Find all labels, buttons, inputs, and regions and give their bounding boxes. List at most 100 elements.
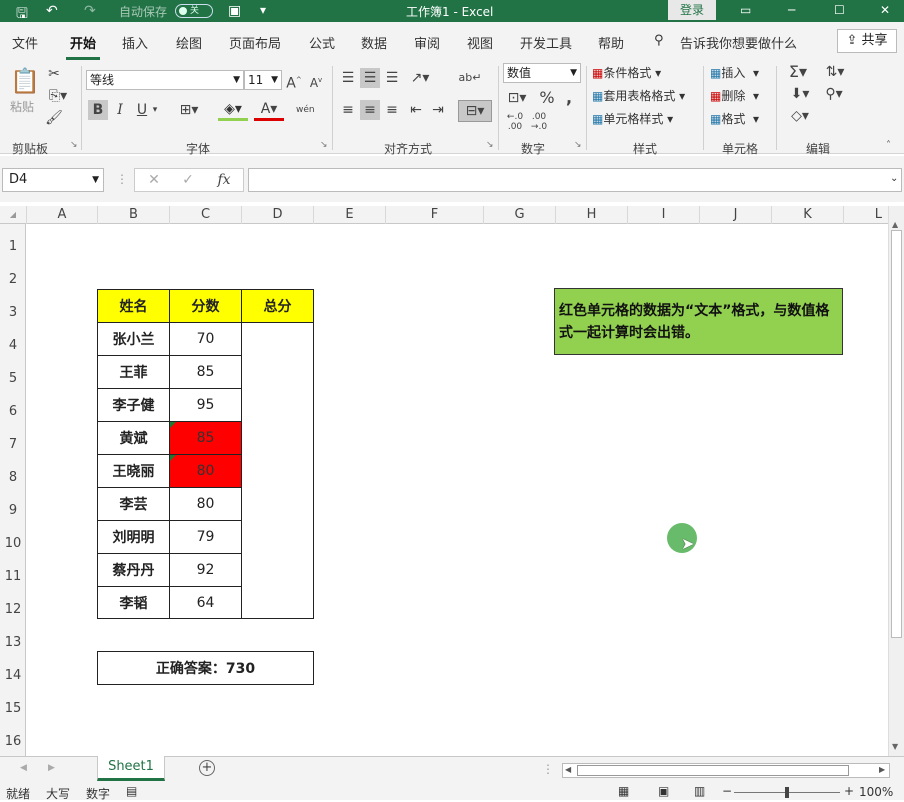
wrap-text-icon[interactable]: ab↵ xyxy=(458,68,482,88)
name-cell[interactable]: 王菲 xyxy=(97,355,170,389)
name-cell[interactable]: 李韬 xyxy=(97,586,170,619)
format-cells-button[interactable]: ▦格式 ▾ xyxy=(710,110,759,127)
worksheet-grid[interactable]: 姓名 分数 总分 张小兰 70 王菲 85 李子健 95 黄斌 85 王晓丽 8… xyxy=(27,224,888,756)
column-header[interactable]: H xyxy=(556,206,628,224)
zoom-out-icon[interactable]: − xyxy=(722,784,732,798)
horizontal-scrollbar[interactable]: ◀ ▶ xyxy=(562,763,890,778)
autosave-toggle[interactable]: 关 xyxy=(175,4,213,18)
increase-font-icon[interactable]: A^ xyxy=(286,70,302,94)
scroll-up-icon[interactable]: ▲ xyxy=(892,220,898,229)
column-header[interactable]: K xyxy=(772,206,844,224)
tab-help[interactable]: 帮助 xyxy=(598,33,624,52)
fill-icon[interactable]: ⬇▾ xyxy=(786,84,814,104)
page-layout-view-icon[interactable]: ▣ xyxy=(658,784,669,798)
normal-view-icon[interactable]: ▦ xyxy=(618,784,629,798)
minimize-icon[interactable]: ─ xyxy=(788,3,795,17)
italic-button[interactable]: I xyxy=(112,100,128,120)
vertical-scrollbar[interactable]: ▲ ▼ xyxy=(888,206,904,756)
borders-icon[interactable]: ⊞▾ xyxy=(174,100,204,120)
align-center-icon[interactable]: ≡ xyxy=(360,100,380,120)
scroll-down-icon[interactable]: ▼ xyxy=(892,742,898,751)
align-right-icon[interactable]: ≡ xyxy=(382,100,402,120)
delete-cells-button[interactable]: ▦删除 ▾ xyxy=(710,87,759,104)
font-size-box[interactable]: 11 ▼ xyxy=(244,70,282,90)
align-top-icon[interactable]: ☰ xyxy=(338,68,358,88)
font-name-box[interactable]: 等线 ▼ xyxy=(86,70,244,90)
note-textbox[interactable]: 红色单元格的数据为“文本”格式，与数值格式一起计算时会出错。 xyxy=(554,288,843,355)
next-sheet-icon[interactable]: ▶ xyxy=(48,763,55,773)
prev-sheet-icon[interactable]: ◀ xyxy=(20,763,27,773)
column-header[interactable]: L xyxy=(844,206,888,224)
score-cell[interactable]: 70 xyxy=(169,322,242,356)
decrease-decimal-icon[interactable]: .00 →.0 xyxy=(528,112,550,132)
tab-data[interactable]: 数据 xyxy=(361,33,387,52)
row-header[interactable]: 6 xyxy=(0,404,26,419)
select-all-corner[interactable]: ◢ xyxy=(0,206,27,224)
tab-review[interactable]: 审阅 xyxy=(414,33,440,52)
clear-icon[interactable]: ◇▾ xyxy=(786,106,814,126)
zoom-in-icon[interactable]: + xyxy=(844,784,854,798)
find-select-icon[interactable]: ⚲▾ xyxy=(820,84,848,104)
decrease-indent-icon[interactable]: ⇤ xyxy=(406,100,426,120)
score-cell-text-format[interactable]: 85 xyxy=(169,421,242,455)
column-header[interactable]: A xyxy=(27,206,98,224)
row-header[interactable]: 3 xyxy=(0,305,26,320)
name-cell[interactable]: 刘明明 xyxy=(97,520,170,554)
column-header[interactable]: D xyxy=(242,206,314,224)
zoom-slider-thumb[interactable] xyxy=(785,787,789,798)
tab-split-grip-icon[interactable]: ⋮ xyxy=(542,762,554,776)
font-color-icon[interactable]: A▾ xyxy=(254,100,284,121)
name-cell[interactable]: 王晓丽 xyxy=(97,454,170,488)
sort-filter-icon[interactable]: ⇅▾ xyxy=(820,62,850,82)
scrollbar-thumb[interactable] xyxy=(891,230,902,638)
scroll-right-icon[interactable]: ▶ xyxy=(879,765,885,774)
tab-page-layout[interactable]: 页面布局 xyxy=(229,33,281,52)
format-painter-icon[interactable]: 🖌 xyxy=(44,108,64,128)
cancel-icon[interactable]: ✕ xyxy=(145,170,163,190)
scroll-left-icon[interactable]: ◀ xyxy=(565,765,571,774)
column-header[interactable]: I xyxy=(628,206,700,224)
score-cell[interactable]: 64 xyxy=(169,586,242,619)
undo-icon[interactable]: ↶ xyxy=(46,3,58,19)
column-header[interactable]: E xyxy=(314,206,386,224)
score-cell[interactable]: 80 xyxy=(169,487,242,521)
name-cell[interactable]: 蔡丹丹 xyxy=(97,553,170,587)
tab-insert[interactable]: 插入 xyxy=(122,33,148,52)
horizontal-scrollbar-thumb[interactable] xyxy=(577,765,849,776)
tell-me-box[interactable]: 告诉我你想要做什么 xyxy=(680,33,797,52)
paste-icon[interactable]: 📋 xyxy=(8,66,42,96)
row-header[interactable]: 7 xyxy=(0,437,26,452)
align-bottom-icon[interactable]: ☰ xyxy=(382,68,402,88)
tab-file[interactable]: 文件 xyxy=(12,33,38,52)
merge-center-icon[interactable]: ⊟▾ xyxy=(458,100,492,122)
increase-decimal-icon[interactable]: ←.0.00 xyxy=(504,112,526,132)
fill-color-icon[interactable]: ◈▾ xyxy=(218,100,248,121)
total-merged-cell[interactable] xyxy=(241,322,314,619)
correct-answer-cell[interactable]: 正确答案：730 xyxy=(97,651,314,685)
font-launcher-icon[interactable]: ↘ xyxy=(320,140,328,150)
lightbulb-search-icon[interactable]: ⚲ xyxy=(654,33,664,48)
collapse-ribbon-icon[interactable]: ˄ xyxy=(886,140,891,151)
row-header[interactable]: 13 xyxy=(0,635,26,650)
row-header[interactable]: 10 xyxy=(0,536,26,551)
name-cell[interactable]: 张小兰 xyxy=(97,322,170,356)
row-header[interactable]: 4 xyxy=(0,338,26,353)
row-header[interactable]: 11 xyxy=(0,569,26,584)
decrease-font-icon[interactable]: Av xyxy=(308,70,324,93)
quick-access-icon[interactable]: ▣ xyxy=(228,3,241,19)
conditional-formatting-button[interactable]: ▦条件格式 ▾ xyxy=(592,64,661,81)
autosum-icon[interactable]: Σ▾ xyxy=(786,62,810,82)
tab-formulas[interactable]: 公式 xyxy=(309,33,335,52)
phonetic-icon[interactable]: wén xyxy=(296,100,315,120)
clipboard-launcher-icon[interactable]: ↘ xyxy=(70,140,78,150)
number-launcher-icon[interactable]: ↘ xyxy=(574,140,582,150)
row-header[interactable]: 16 xyxy=(0,734,26,749)
cell-styles-button[interactable]: ▦单元格样式 ▾ xyxy=(592,110,673,127)
insert-function-icon[interactable]: fx xyxy=(215,170,233,190)
name-cell[interactable]: 黄斌 xyxy=(97,421,170,455)
expand-formula-icon[interactable]: ⌄ xyxy=(890,173,898,184)
align-middle-icon[interactable]: ☰ xyxy=(360,68,380,88)
number-format-box[interactable]: 数值 ▼ xyxy=(503,63,581,83)
column-header[interactable]: F xyxy=(386,206,484,224)
table-header-name[interactable]: 姓名 xyxy=(97,289,170,323)
